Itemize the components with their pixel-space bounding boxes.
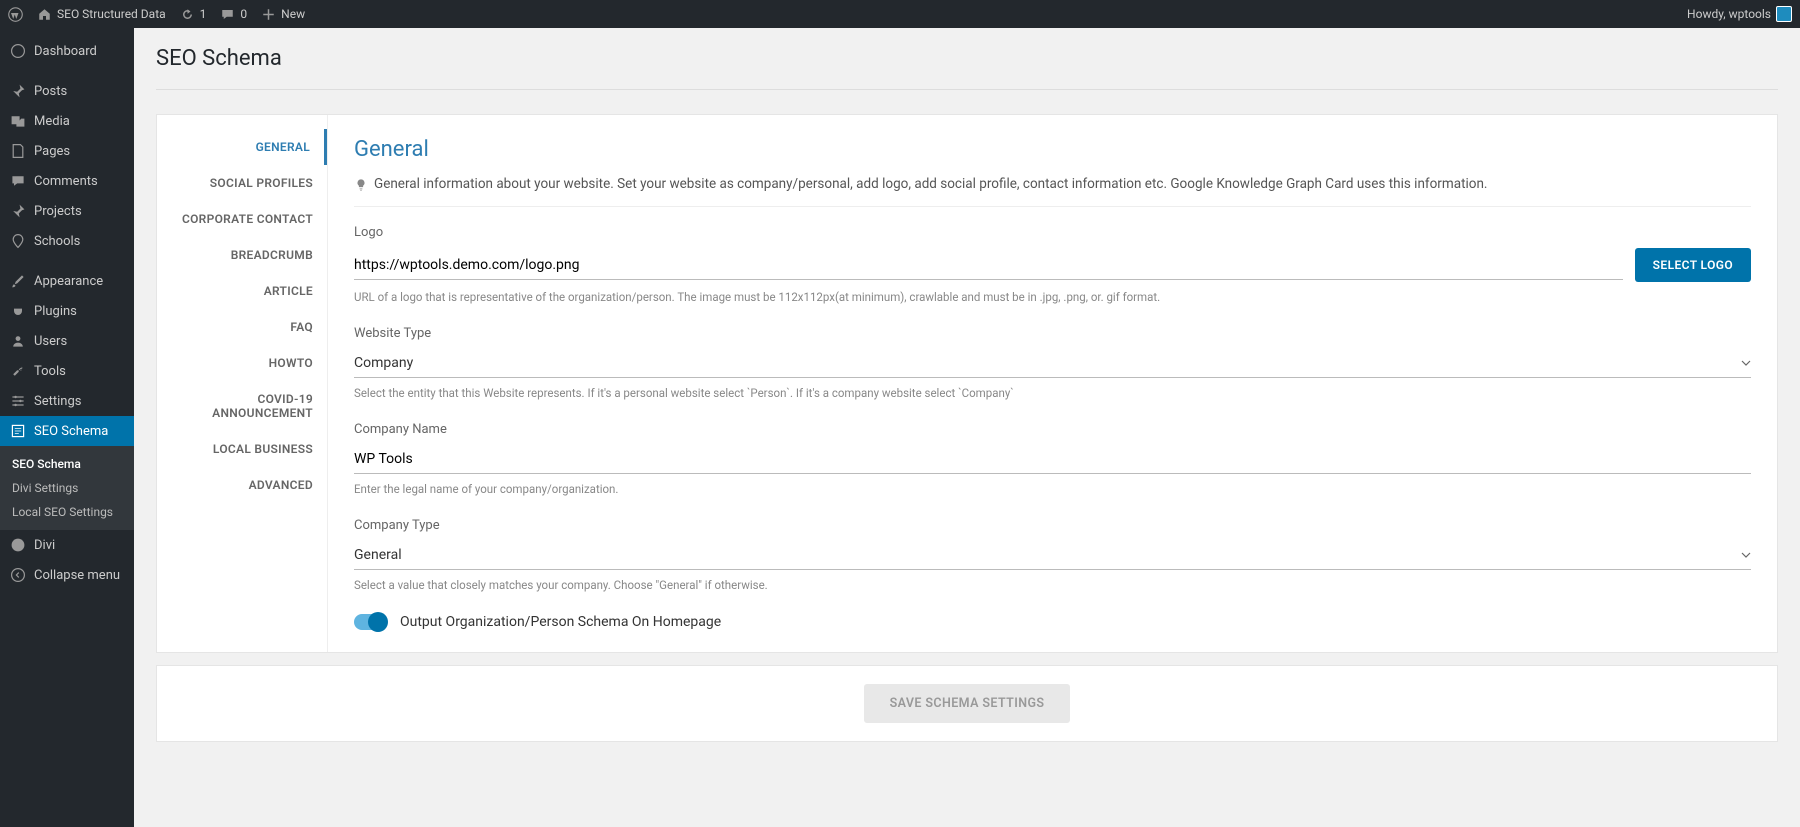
field-company-type: Company Type General Select a value that… (354, 518, 1751, 592)
sidebar-item-plugins[interactable]: Plugins (0, 296, 134, 326)
tab-howto[interactable]: HOWTO (157, 345, 327, 381)
company-type-select[interactable]: General (354, 541, 1751, 570)
save-schema-button[interactable]: SAVE SCHEMA SETTINGS (864, 684, 1071, 723)
field-output-toggle: Output Organization/Person Schema On Hom… (354, 614, 1751, 630)
save-bar: SAVE SCHEMA SETTINGS (156, 665, 1778, 742)
submenu-local-seo[interactable]: Local SEO Settings (0, 500, 134, 524)
company-name-help: Enter the legal name of your company/org… (354, 482, 1751, 496)
sidebar-item-comments[interactable]: Comments (0, 166, 134, 196)
company-name-input[interactable] (354, 445, 1751, 474)
sliders-icon (10, 393, 26, 409)
admin-sidebar: Dashboard Posts Media Pages Comments Pro… (0, 28, 134, 827)
tab-covid19[interactable]: COVID-19 ANNOUNCEMENT (157, 381, 327, 431)
tab-faq[interactable]: FAQ (157, 309, 327, 345)
section-title: General (354, 137, 1751, 162)
submenu-divi-settings[interactable]: Divi Settings (0, 476, 134, 500)
sidebar-item-dashboard[interactable]: Dashboard (0, 36, 134, 66)
sidebar-item-seo-schema[interactable]: SEO Schema (0, 416, 134, 446)
wordpress-icon (8, 7, 23, 22)
pin-icon (10, 83, 26, 99)
bulb-icon (354, 178, 368, 192)
submenu-seo-schema[interactable]: SEO Schema (0, 452, 134, 476)
divi-icon (10, 537, 26, 553)
logo-input[interactable] (354, 251, 1623, 280)
sidebar-item-posts[interactable]: Posts (0, 76, 134, 106)
wrench-icon (10, 363, 26, 379)
tab-general[interactable]: GENERAL (157, 129, 327, 165)
site-link[interactable]: SEO Structured Data (37, 7, 166, 22)
avatar (1776, 6, 1792, 22)
sidebar-item-pages[interactable]: Pages (0, 136, 134, 166)
website-type-help: Select the entity that this Website repr… (354, 386, 1751, 400)
admin-bar: SEO Structured Data 1 0 New Howdy, wptoo… (0, 0, 1800, 28)
page-title: SEO Schema (156, 46, 1778, 90)
field-logo: Logo SELECT LOGO URL of a logo that is r… (354, 225, 1751, 304)
plug-icon (10, 303, 26, 319)
sidebar-item-users[interactable]: Users (0, 326, 134, 356)
field-company-name: Company Name Enter the legal name of you… (354, 422, 1751, 496)
tab-breadcrumb[interactable]: BREADCRUMB (157, 237, 327, 273)
plus-icon (261, 7, 276, 22)
new-link[interactable]: New (261, 7, 305, 22)
logo-label: Logo (354, 225, 1751, 240)
sidebar-item-tools[interactable]: Tools (0, 356, 134, 386)
comments-link[interactable]: 0 (220, 7, 247, 22)
dashboard-icon (10, 43, 26, 59)
company-type-help: Select a value that closely matches your… (354, 578, 1751, 592)
brush-icon (10, 273, 26, 289)
website-type-select[interactable]: Company (354, 349, 1751, 378)
user-greeting[interactable]: Howdy, wptools (1687, 6, 1792, 22)
chevron-down-icon (1741, 550, 1751, 560)
comment-icon (10, 173, 26, 189)
tab-corporate-contact[interactable]: CORPORATE CONTACT (157, 201, 327, 237)
tab-social-profiles[interactable]: SOCIAL PROFILES (157, 165, 327, 201)
sidebar-item-projects[interactable]: Projects (0, 196, 134, 226)
refresh-icon (180, 7, 195, 22)
sidebar-item-collapse[interactable]: Collapse menu (0, 560, 134, 590)
form-column: General General information about your w… (327, 115, 1777, 652)
home-icon (37, 7, 52, 22)
company-type-label: Company Type (354, 518, 1751, 533)
company-name-label: Company Name (354, 422, 1751, 437)
pages-icon (10, 143, 26, 159)
location-icon (10, 233, 26, 249)
logo-help: URL of a logo that is representative of … (354, 290, 1751, 304)
chevron-down-icon (1741, 358, 1751, 368)
settings-card: GENERAL SOCIAL PROFILES CORPORATE CONTAC… (156, 114, 1778, 653)
tabs-column: GENERAL SOCIAL PROFILES CORPORATE CONTAC… (157, 115, 327, 652)
field-website-type: Website Type Company Select the entity t… (354, 326, 1751, 400)
sidebar-item-media[interactable]: Media (0, 106, 134, 136)
tab-article[interactable]: ARTICLE (157, 273, 327, 309)
collapse-icon (10, 567, 26, 583)
submenu: SEO Schema Divi Settings Local SEO Setti… (0, 446, 134, 530)
media-icon (10, 113, 26, 129)
wp-logo[interactable] (8, 7, 23, 22)
refresh-link[interactable]: 1 (180, 7, 207, 22)
toggle-label: Output Organization/Person Schema On Hom… (400, 614, 721, 630)
comment-icon (220, 7, 235, 22)
sidebar-item-schools[interactable]: Schools (0, 226, 134, 256)
sidebar-item-settings[interactable]: Settings (0, 386, 134, 416)
tab-advanced[interactable]: ADVANCED (157, 467, 327, 503)
pin-icon (10, 203, 26, 219)
main-content: SEO Schema GENERAL SOCIAL PROFILES CORPO… (134, 28, 1800, 827)
sidebar-item-appearance[interactable]: Appearance (0, 266, 134, 296)
sidebar-item-divi[interactable]: Divi (0, 530, 134, 560)
user-icon (10, 333, 26, 349)
output-schema-toggle[interactable] (354, 614, 386, 630)
schema-icon (10, 423, 26, 439)
section-description: General information about your website. … (354, 176, 1751, 207)
website-type-label: Website Type (354, 326, 1751, 341)
tab-local-business[interactable]: LOCAL BUSINESS (157, 431, 327, 467)
select-logo-button[interactable]: SELECT LOGO (1635, 248, 1751, 282)
